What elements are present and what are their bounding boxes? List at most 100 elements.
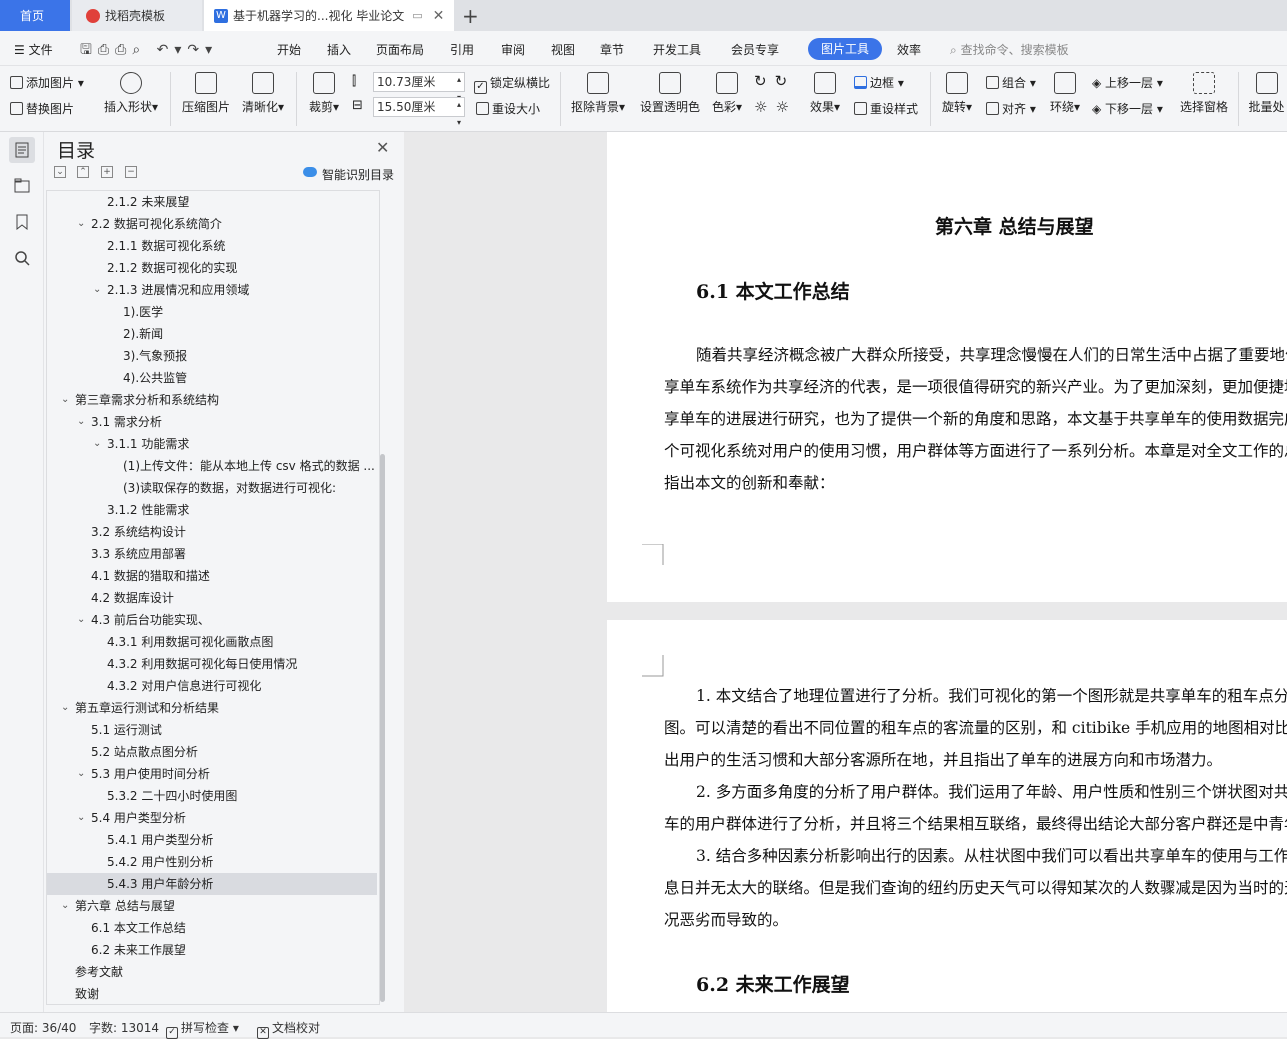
toc-item[interactable]: 6.1 本文工作总结 (47, 917, 377, 939)
align-button[interactable]: 对齐 ▾ (986, 100, 1036, 117)
expand-up-icon[interactable]: ⌃ (77, 166, 89, 178)
tab-monitor-icon[interactable]: ▭ (412, 9, 422, 22)
tab-home[interactable]: 首页 (0, 0, 70, 31)
new-tab-icon[interactable]: + (462, 4, 479, 28)
chevron-down-icon[interactable]: ⌄ (61, 389, 69, 411)
tab-close-icon[interactable]: ✕ (433, 8, 445, 24)
compress-button[interactable]: 压缩图片 (178, 72, 234, 115)
toc-item[interactable]: (3)读取保存的数据，对数据进行可视化: (47, 477, 377, 499)
toc-item[interactable]: ⌄ 5.3 用户使用时间分析 (47, 763, 377, 785)
remove-heading-icon[interactable]: − (125, 166, 137, 178)
replace-picture-button[interactable]: 替换图片 (10, 100, 74, 117)
spell-check-button[interactable]: ✓ 拼写检查 ▾ (166, 1019, 239, 1039)
bring-forward-button[interactable]: ◈ 上移一层 ▾ (1092, 74, 1163, 91)
menu-section[interactable]: 章节 (600, 41, 624, 58)
reset-style-button[interactable]: 重设样式 (854, 100, 918, 117)
toc-item[interactable]: ⌄ 5.4 用户类型分析 (47, 807, 377, 829)
word-count[interactable]: 字数: 13014 (89, 1019, 159, 1036)
menu-picture-tools[interactable]: 图片工具 (808, 38, 882, 60)
toc-item[interactable]: ⌄ 第三章需求分析和系统结构 (47, 389, 377, 411)
toc-item[interactable]: 2.1.2 数据可视化的实现 (47, 257, 377, 279)
menu-start[interactable]: 开始 (277, 41, 301, 58)
height-field[interactable]: 15.50厘米 ▴ ▾ (373, 97, 465, 127)
send-backward-button[interactable]: ◈ 下移一层 ▾ (1092, 100, 1163, 117)
add-picture-button[interactable]: 添加图片 ▾ (10, 74, 84, 91)
width-field[interactable]: 10.73厘米▴▾ (373, 72, 465, 102)
toc-item[interactable]: 2).新闻 (47, 323, 377, 345)
toc-item[interactable]: 3).气象预报 (47, 345, 377, 367)
toc-item[interactable]: 6.2 未来工作展望 (47, 939, 377, 961)
chevron-down-icon[interactable]: ⌄ (77, 411, 85, 433)
toc-nav-icon[interactable] (9, 137, 35, 163)
toc-item[interactable]: ⌄ 4.3 前后台功能实现、 (47, 609, 377, 631)
tab-template[interactable]: 找稻壳模板 (72, 0, 202, 31)
group-button[interactable]: 组合 ▾ (986, 74, 1036, 91)
crop-button[interactable]: 裁剪▾ (304, 72, 344, 115)
toc-item[interactable]: 4.2 数据库设计 (47, 587, 377, 609)
toc-item[interactable]: 3.1.2 性能需求 (47, 499, 377, 521)
chevron-down-icon[interactable]: ⌄ (77, 807, 85, 829)
insert-shape-button[interactable]: 插入形状▾ (100, 72, 162, 115)
chevron-down-icon[interactable]: ⌄ (93, 433, 101, 455)
toc-item[interactable]: ⌄ 第五章运行测试和分析结果 (47, 697, 377, 719)
toc-item[interactable]: 5.4.2 用户性别分析 (47, 851, 377, 873)
toc-item[interactable]: 5.1 运行测试 (47, 719, 377, 741)
selection-pane-button[interactable]: 选择窗格 (1176, 72, 1232, 115)
bookmark-icon[interactable] (9, 209, 35, 235)
chevron-down-icon[interactable]: ⌄ (93, 279, 101, 301)
brightness-icons[interactable]: ↻↻ (754, 72, 795, 90)
toc-item[interactable]: 致谢 (47, 983, 377, 1004)
toc-item[interactable]: 3.3 系统应用部署 (47, 543, 377, 565)
toc-item[interactable]: 4.3.1 利用数据可视化画散点图 (47, 631, 377, 653)
chevron-down-icon[interactable]: ⌄ (61, 697, 69, 719)
toc-item[interactable]: ⌄ 3.1 需求分析 (47, 411, 377, 433)
toc-item[interactable]: 2.1.1 数据可视化系统 (47, 235, 377, 257)
command-search[interactable]: ⌕ 查找命令、搜索模板 (950, 41, 1069, 58)
menu-references[interactable]: 引用 (450, 41, 474, 58)
chapter-nav-icon[interactable] (9, 173, 35, 199)
toc-item[interactable]: 参考文献 (47, 961, 377, 983)
toc-item[interactable]: 4).公共监管 (47, 367, 377, 389)
toc-item[interactable]: 5.3.2 二十四小时使用图 (47, 785, 377, 807)
page-indicator[interactable]: 页面: 36/40 (10, 1019, 76, 1036)
ai-recognize-toc[interactable]: 智能识别目录 (322, 166, 394, 183)
search-panel-icon[interactable] (9, 245, 35, 271)
toc-item[interactable]: 4.1 数据的猎取和描述 (47, 565, 377, 587)
menu-efficiency[interactable]: 效率 (897, 41, 921, 58)
chevron-down-icon[interactable]: ⌄ (77, 213, 85, 235)
color-button[interactable]: 色彩▾ (708, 72, 746, 115)
menu-review[interactable]: 审阅 (501, 41, 525, 58)
toc-item[interactable]: 1).医学 (47, 301, 377, 323)
wrap-button[interactable]: 环绕▾ (1046, 72, 1084, 115)
doc-proof-button[interactable]: ✕ 文档校对 (257, 1019, 320, 1039)
effect-button[interactable]: 效果▾ (806, 72, 844, 115)
toc-item[interactable]: 4.3.2 利用数据可视化每日使用情况 (47, 653, 377, 675)
menu-file[interactable]: ☰ 文件 (14, 41, 53, 58)
batch-button[interactable]: 批量处 (1246, 72, 1287, 115)
toc-item[interactable]: 4.3.2 对用户信息进行可视化 (47, 675, 377, 697)
menu-member[interactable]: 会员专享 (731, 41, 779, 58)
toc-item[interactable]: 5.2 站点散点图分析 (47, 741, 377, 763)
toc-item[interactable]: 3.2 系统结构设计 (47, 521, 377, 543)
toc-item[interactable]: ⌄ 2.1.3 进展情况和应用领域 (47, 279, 377, 301)
add-heading-icon[interactable]: + (101, 166, 113, 178)
chevron-down-icon[interactable]: ⌄ (77, 609, 85, 631)
border-button[interactable]: 边框 ▾ (854, 74, 904, 91)
close-icon[interactable]: ✕ (376, 138, 389, 157)
menu-developer[interactable]: 开发工具 (653, 41, 701, 58)
chevron-down-icon[interactable]: ⌄ (61, 895, 69, 917)
toc-item[interactable]: 5.4.1 用户类型分析 (47, 829, 377, 851)
quick-access-icons[interactable]: 🖫⎙⎙⌕ ↶▾↷▾ (80, 39, 218, 63)
height-stepper-icon[interactable]: ▴ ▾ (457, 96, 461, 132)
menu-view[interactable]: 视图 (551, 41, 575, 58)
chevron-down-icon[interactable]: ⌄ (77, 763, 85, 785)
toc-item[interactable]: ⌄ 2.2 数据可视化系统简介 (47, 213, 377, 235)
set-transparent-button[interactable]: 设置透明色 (638, 72, 702, 115)
toc-item[interactable]: ⌄ 第六章 总结与展望 (47, 895, 377, 917)
toc-item[interactable]: (1)上传文件：能从本地上传 csv 格式的数据 ... (47, 455, 377, 477)
menu-layout[interactable]: 页面布局 (376, 41, 424, 58)
tab-document[interactable]: W 基于机器学习的...视化 毕业论文 ▭ ✕ (204, 0, 454, 31)
rotate-button[interactable]: 旋转▾ (938, 72, 976, 115)
collapse-all-icon[interactable]: ⌄ (54, 166, 66, 178)
clarify-button[interactable]: 清晰化▾ (238, 72, 288, 115)
